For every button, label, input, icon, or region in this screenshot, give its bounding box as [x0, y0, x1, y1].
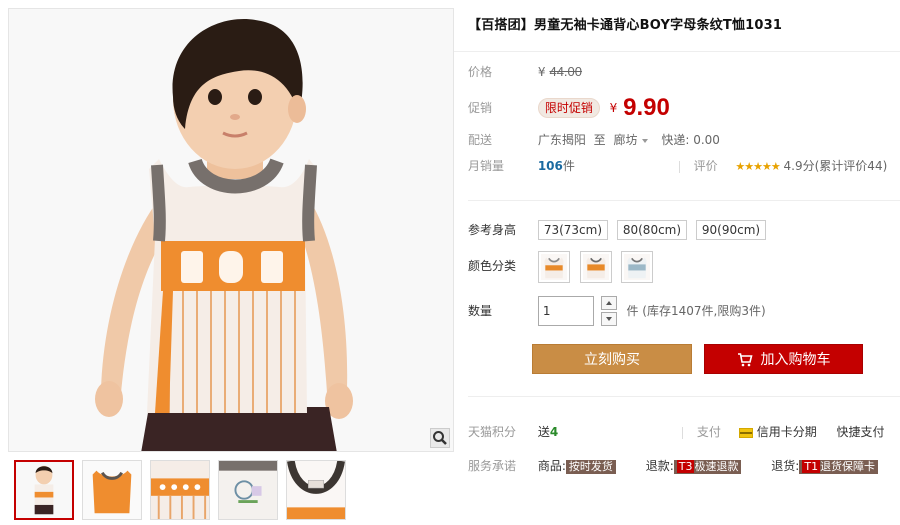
size-option-80[interactable]: 80(80cm) [616, 220, 688, 240]
review-label: 评价 [693, 159, 718, 173]
ship-to-word: 至 [593, 133, 606, 147]
thumbnail-1[interactable] [14, 460, 74, 520]
sales-unit: 件 [562, 159, 575, 173]
thumbnail-3[interactable] [150, 460, 210, 520]
main-product-image[interactable] [8, 8, 454, 452]
original-price-row: 价格 ¥44.00 [468, 60, 582, 84]
quick-pay[interactable]: 快捷支付 [837, 425, 885, 439]
fast-refund-badge[interactable]: T3 极速退款 [673, 460, 742, 474]
service-row: 服务承诺 商品: 按时发货 退款: T3 极速退款 退货: T1 退货保障卡 [468, 454, 879, 478]
size-option-90[interactable]: 90(90cm) [695, 220, 767, 240]
thumbnail-strip [8, 455, 454, 525]
ship-from: 广东揭阳 [537, 133, 586, 147]
cart-icon [737, 353, 753, 367]
credit-installment[interactable]: 信用卡分期 [738, 425, 817, 439]
promo-tag: 限时促销 [537, 98, 600, 118]
size-row: 参考身高 73(73cm) 80(80cm) 90(90cm) [468, 218, 771, 242]
zoom-button[interactable] [430, 428, 450, 448]
color-swatch-3-image [624, 253, 651, 280]
review-count-link[interactable]: (累计评价44) [815, 159, 888, 173]
quantity-stepper [600, 295, 617, 326]
color-label: 颜色分类 [468, 259, 517, 273]
color-option-3[interactable] [621, 250, 654, 283]
points-value: 4 [549, 425, 559, 439]
child-model-illustration [9, 9, 453, 451]
points-label: 天猫积分 [468, 425, 517, 439]
promo-currency: ¥ [609, 101, 618, 115]
goods-label: 商品: [537, 459, 566, 473]
sales-row: 月销量 106件 评价 ★★★★★ 4.9分(累计评价44) [468, 154, 887, 178]
return-badge-text: 退货保障卡 [820, 460, 876, 473]
destination-selector[interactable]: 廊坊 [614, 133, 652, 147]
promo-price-row: 促销 限时促销 ¥ 9.90 [468, 94, 670, 122]
destination-text: 廊坊 [613, 133, 638, 147]
promo-label: 促销 [468, 101, 493, 115]
return-code: T1 [802, 460, 821, 473]
shipping-label: 配送 [468, 133, 493, 147]
sales-separator [678, 160, 680, 173]
payment-label: 支付 [696, 425, 721, 439]
chevron-down-icon [641, 138, 648, 143]
thumb-fabric-detail-image [151, 461, 209, 519]
thumbnail-4[interactable] [218, 460, 278, 520]
quantity-label: 数量 [468, 303, 493, 318]
credit-card-icon [738, 427, 753, 438]
color-swatch-2-image [582, 253, 609, 280]
size-label: 参考身高 [468, 223, 517, 237]
service-label: 服务承诺 [468, 459, 517, 473]
price-label: 价格 [468, 65, 493, 79]
section-divider-1 [468, 200, 900, 201]
thumb-model-front-image [16, 462, 72, 518]
thumb-print-detail-image [219, 461, 277, 519]
thumbnail-2[interactable] [82, 460, 142, 520]
arrow-down-icon [605, 316, 612, 321]
on-time-delivery-badge[interactable]: 按时发货 [565, 460, 616, 474]
section-divider-2 [468, 396, 900, 397]
size-option-73[interactable]: 73(73cm) [537, 220, 609, 240]
sales-count: 106 [537, 159, 563, 173]
rating-stars: ★★★★★ [735, 160, 780, 173]
magnifier-icon [433, 431, 447, 445]
quantity-increase-button[interactable] [600, 295, 617, 310]
add-to-cart-label: 加入购物车 [760, 352, 831, 368]
arrow-up-icon [605, 300, 612, 305]
color-option-1[interactable] [537, 250, 570, 283]
title-divider [454, 51, 900, 52]
product-title: 【百搭团】男童无袖卡通背心BOY字母条纹T恤1031 [468, 18, 783, 33]
points-prefix: 送 [537, 425, 550, 439]
original-price: 44.00 [549, 64, 583, 79]
quick-pay-label: 快捷支付 [836, 425, 885, 439]
points-payment-row: 天猫积分 送4 支付 信用卡分期 快捷支付 [468, 420, 900, 444]
refund-code: T3 [676, 460, 695, 473]
color-option-2[interactable] [579, 250, 612, 283]
quantity-input[interactable]: 1 [537, 295, 594, 326]
quantity-row: 数量 1 件 (库存1407件,限购3件) [468, 292, 766, 328]
payment-separator [682, 426, 684, 439]
promo-price: 9.90 [623, 94, 670, 121]
stock-note: 件 (库存1407件,限购3件) [626, 303, 766, 318]
express-fee: 快递: 0.00 [661, 133, 720, 147]
thumbnail-5[interactable] [286, 460, 346, 520]
rating-score: 4.9分 [783, 159, 815, 173]
quantity-decrease-button[interactable] [600, 311, 617, 326]
return-guarantee-badge[interactable]: T1 退货保障卡 [799, 460, 879, 474]
credit-installment-label: 信用卡分期 [756, 425, 817, 439]
product-info-panel: 【百搭团】男童无袖卡通背心BOY字母条纹T恤1031 价格 ¥44.00 促销 … [454, 8, 900, 474]
add-to-cart-button[interactable]: 加入购物车 [704, 344, 863, 374]
refund-badge-text: 极速退款 [694, 460, 739, 473]
thumb-collar-label-image [287, 461, 345, 519]
sales-label: 月销量 [468, 159, 505, 173]
return-label: 退货: [771, 459, 800, 473]
buy-now-button[interactable]: 立刻购买 [532, 344, 692, 374]
shipping-row: 配送 广东揭阳 至 廊坊 快递: 0.00 [468, 128, 720, 152]
color-row: 颜色分类 [468, 248, 659, 284]
color-swatch-1-image [540, 253, 567, 280]
refund-label: 退款: [645, 459, 674, 473]
thumb-vest-back-image [83, 461, 141, 519]
original-currency: ¥ [537, 65, 546, 79]
